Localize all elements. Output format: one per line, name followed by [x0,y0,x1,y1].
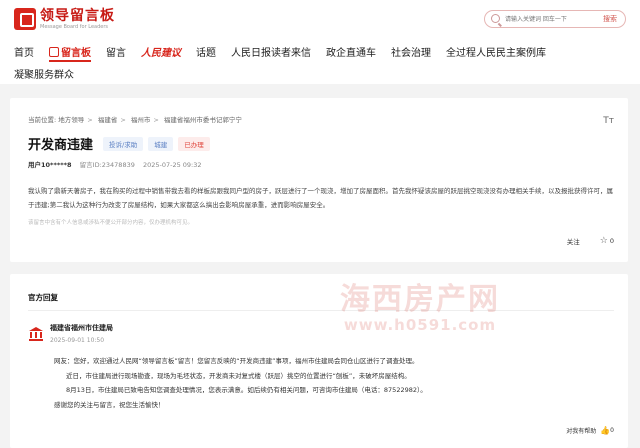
breadcrumb-local-leaders[interactable]: 地方领导 [58,116,84,124]
reply-line: 网友：您好，欢迎通过人民网“领导留言板”留言！您留言反映的“开发商违建”事项，福… [54,357,419,365]
logo-title: 领导留言板 [40,7,115,24]
nav-topics[interactable]: 话题 [196,44,216,59]
reply-card: 官方回复 海西房产网 www.h0591.com 福建省福州市住建局 2025-… [10,274,628,448]
reply-org-name: 福建省福州市住建局 [50,324,113,332]
tag-complaint: 投诉/求助 [103,136,144,151]
post-content: 我认购了鼎新天著房子，我在购买的过程中销售带我去看的样板房跟我同户型的房子，跃层… [28,187,613,209]
message-id: 留言ID:23478839 [79,161,135,169]
helpful-count: 0 [610,427,614,434]
breadcrumb: 当前位置: 地方领导 > 福建省 > 福州市 > 福建省福州市委书记郭宁宁 [28,116,242,124]
government-building-icon [29,327,43,341]
breadcrumb-fujian[interactable]: 福建省 [98,116,118,124]
like-count: 0 [609,237,614,245]
nav-message-board[interactable]: 留言板 [49,44,91,62]
site-logo[interactable]: 领导留言板 Message Board for Leaders [14,8,115,30]
nav-democracy-cases[interactable]: 全过程人民民主案例库 [446,44,546,59]
thumbs-up-icon: 👍 [600,426,611,435]
nav-message[interactable]: 留言 [106,44,126,59]
nav-home[interactable]: 首页 [14,44,34,59]
logo-subtitle: Message Board for Leaders [40,23,109,30]
post-user: 用户10*****8 [28,161,72,169]
star-icon: ☆ [599,236,608,246]
post-title: 开发商违建 [28,138,94,153]
like-button[interactable]: ☆ 0 [600,236,614,246]
reply-time: 2025-09-01 10:50 [50,337,105,344]
helpful-button[interactable]: 对我有帮助 👍 0 [566,426,614,435]
reply-line: 近日，市住建局进行现场勘查，现场为毛坯状态，开发商未对复式楼（跃层）挑空的位置进… [66,371,411,380]
search-input[interactable] [505,13,593,25]
post-time: 2025-07-25 09:32 [142,161,202,169]
post-meta: 用户10*****8 留言ID:23478839 2025-07-25 09:3… [28,159,202,169]
logo-mark-icon [14,8,36,30]
nav-social-governance[interactable]: 社会治理 [391,44,431,59]
breadcrumb-fuzhou[interactable]: 福州市 [131,116,151,124]
top-header: 领导留言板 Message Board for Leaders 搜索 首页 留言… [0,0,640,84]
font-size-icon[interactable]: Tᴛ [603,116,614,126]
nav-serve-people[interactable]: 凝聚服务群众 [14,66,74,81]
reply-line: 感谢您的关注与留言，祝您生活愉快！ [54,400,165,409]
reply-heading: 官方回复 [28,293,58,302]
follow-button[interactable]: 关注 [567,236,580,246]
message-board-icon [49,46,59,57]
reply-body: 网友：您好，欢迎通过人民网“领导留言板”留言！您留言反映的“开发商违建”事项，福… [54,354,614,412]
reply-line: 8月13日，市住建局已致电告知您调查处理情况，您表示满意。如后续仍有相关问题，可… [66,386,427,394]
post-actions: 关注 ☆ 0 [567,236,614,246]
nav-readers-letters[interactable]: 人民日报读者来信 [231,44,311,59]
search-box: 搜索 [484,10,626,28]
breadcrumb-secretary[interactable]: 福建省福州市委书记郭宁宁 [164,116,242,124]
watermark: 海西房产网 www.h0591.com [340,282,500,334]
divider [28,310,614,311]
nav-business-express[interactable]: 政企直通车 [326,44,376,59]
post-card: 当前位置: 地方领导 > 福建省 > 福州市 > 福建省福州市委书记郭宁宁 Tᴛ 开发… [10,98,628,262]
search-icon [491,14,500,23]
nav-people-suggestion[interactable]: 人民建议 [141,44,181,59]
search-button[interactable]: 搜索 [603,14,617,24]
tag-urban-construction: 城建 [148,136,174,151]
status-badge: 已办理 [178,136,210,151]
privacy-disclaimer: 该留言中含有个人信息或涉私不便公开部分内容，仅办理机构可见。 [28,220,194,226]
